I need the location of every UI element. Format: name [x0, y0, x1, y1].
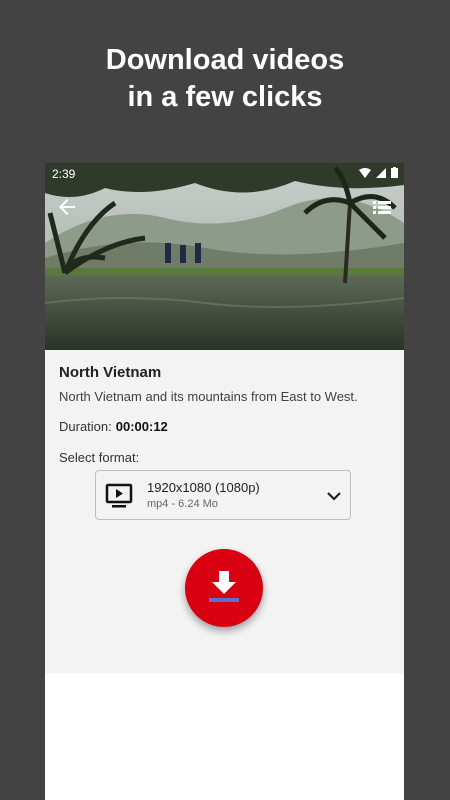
duration-value: 00:00:12 — [115, 419, 168, 434]
video-description: North Vietnam and its mountains from Eas… — [59, 389, 358, 404]
system-icons — [359, 167, 398, 178]
video-screen-icon — [105, 483, 133, 508]
status-time: 2:39 — [52, 167, 76, 181]
format-label: Select format: — [59, 450, 140, 465]
chevron-down-icon — [327, 492, 341, 501]
promo-headline: Download videos in a few clicks — [0, 42, 450, 116]
back-button[interactable] — [55, 195, 79, 219]
format-selected-main: 1920x1080 (1080p) — [147, 480, 260, 495]
menu-button[interactable] — [372, 197, 392, 217]
duration-row: Duration: 00:00:12 — [59, 419, 168, 434]
signal-icon — [376, 167, 386, 178]
wifi-icon — [359, 167, 371, 178]
arrow-left-icon — [59, 199, 75, 215]
empty-area — [45, 673, 404, 800]
download-button[interactable] — [185, 549, 263, 627]
download-icon — [209, 571, 239, 602]
format-dropdown[interactable]: 1920x1080 (1080p) mp4 - 6.24 Mo — [95, 470, 351, 520]
promo-line-2: in a few clicks — [127, 81, 323, 113]
duration-label: Duration: — [59, 419, 112, 434]
video-thumbnail: 2:39 — [45, 163, 404, 350]
format-selected-sub: mp4 - 6.24 Mo — [147, 498, 218, 510]
status-bar: 2:39 — [45, 163, 404, 185]
battery-icon — [391, 167, 398, 178]
video-details-panel: North Vietnam North Vietnam and its moun… — [45, 350, 404, 673]
thumbnail-image — [45, 163, 404, 350]
list-icon — [373, 201, 391, 214]
video-title: North Vietnam — [59, 364, 162, 381]
phone-screen: 2:39 North Vietnam North Vietnam and its… — [45, 163, 404, 800]
promo-line-1: Download videos — [105, 44, 345, 76]
